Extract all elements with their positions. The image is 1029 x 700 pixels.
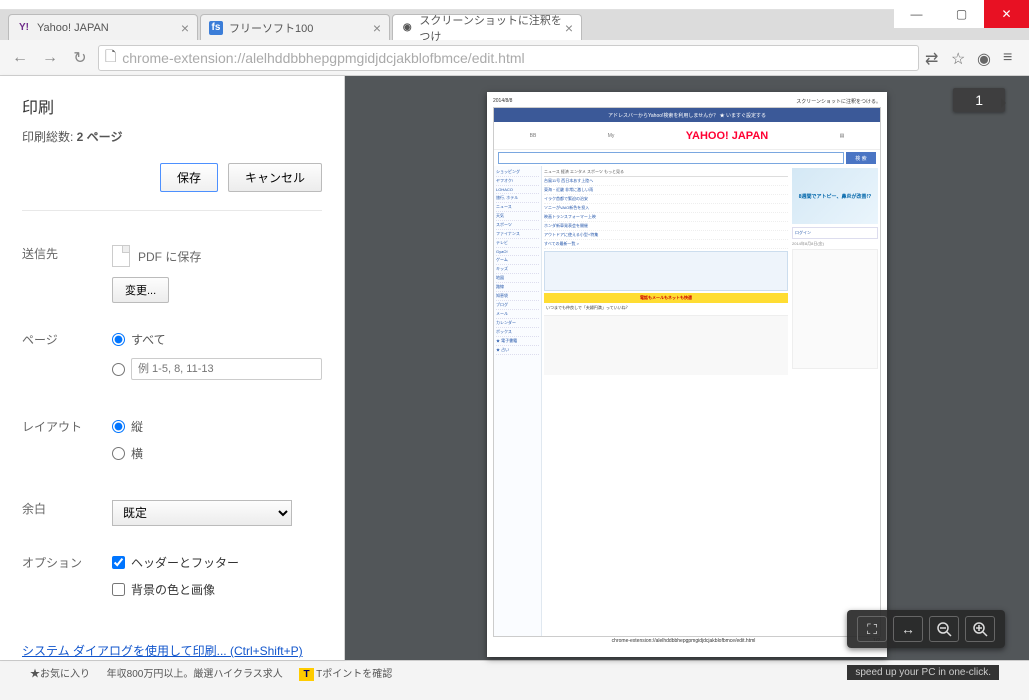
pdf-doc-icon — [112, 245, 130, 267]
reload-button[interactable]: ↻ — [68, 46, 92, 70]
tab-close-icon[interactable]: × — [565, 20, 573, 36]
layout-portrait-label: 縦 — [131, 418, 143, 435]
preview-news-tabs: ニュース 経済 エンタメ スポーツ もっと見る — [544, 168, 788, 177]
back-button[interactable]: ← — [8, 46, 32, 70]
tab-screenshot[interactable]: ◉ スクリーンショットに注釈をつけ × — [392, 14, 582, 40]
pages-label: ページ — [22, 331, 112, 390]
preview-yahoo-logo: YAHOO! JAPAN — [686, 130, 769, 142]
page-indicator: 1 — [953, 88, 1005, 112]
extension-icon[interactable]: ◉ — [977, 49, 995, 67]
fs-favicon-icon: fs — [209, 21, 223, 35]
ext-favicon-icon: ◉ — [401, 21, 413, 35]
page-bottom-peek: ★お気に入り 年収800万円以上。厳選ハイクラス求人 T Tポイントを確認 sp… — [0, 660, 1029, 700]
preview-yahoo-banner: アドレスバーからYahoo!検索を利用しませんか？ ★ いますぐ設定する — [494, 108, 880, 122]
preview-search-input — [498, 152, 844, 164]
print-total-pages: 印刷総数: 2 ページ — [22, 128, 322, 145]
bottom-snippet-2: Tポイントを確認 — [316, 669, 392, 680]
headers-footers-label: ヘッダーとフッター — [131, 554, 239, 571]
preview-header-date: 2014/8/8 — [493, 98, 512, 105]
tab-close-icon[interactable]: × — [373, 20, 381, 36]
background-label: 背景の色と画像 — [131, 581, 215, 598]
preview-mid-banner: 電話もメールもネットも快適 — [544, 293, 788, 303]
url-text: chrome-extension://alelhddbbhepgpmgidjdc… — [122, 50, 524, 66]
change-destination-button[interactable]: 変更... — [112, 277, 169, 303]
window-maximize-button[interactable]: ▢ — [939, 0, 984, 28]
tab-close-icon[interactable]: × — [181, 20, 189, 36]
destination-label: 送信先 — [22, 245, 112, 303]
bookmarks-label[interactable]: ★お気に入り — [30, 669, 90, 680]
preview-header-title: スクリーンショットに注釈をつける。 — [796, 98, 881, 105]
zoom-in-button[interactable] — [965, 616, 995, 642]
margins-label: 余白 — [22, 500, 112, 526]
tab-label: フリーソフト100 — [229, 20, 313, 36]
tab-label: Yahoo! JAPAN — [37, 22, 109, 34]
preview-search-button: 検 索 — [846, 152, 876, 164]
page-icon: 🗋 — [105, 46, 116, 70]
zoom-out-button[interactable] — [929, 616, 959, 642]
bookmark-star-icon[interactable]: ☆ — [951, 49, 969, 67]
preview-feature-text: いつまでも仲良しで「夫婦円満」っていいね？ — [544, 303, 788, 313]
pages-range-radio[interactable] — [112, 363, 125, 376]
options-label: オプション — [22, 554, 112, 608]
pages-all-radio[interactable] — [112, 333, 125, 346]
layout-label: レイアウト — [22, 418, 112, 472]
window-minimize-button[interactable]: — — [894, 0, 939, 28]
fit-width-button[interactable]: ↔ — [893, 616, 923, 642]
window-close-button[interactable]: ✕ — [984, 0, 1029, 28]
print-sidebar: 印刷 印刷総数: 2 ページ 保存 キャンセル 送信先 PDF に保存 変更..… — [0, 76, 345, 660]
tab-freesoft[interactable]: fs フリーソフト100 × — [200, 14, 390, 40]
preview-sidebar-services: ショッピングヤフオク!LOHACO旅行, ホテルニュース天気スポーツファイナンス… — [494, 166, 542, 636]
headers-footers-checkbox[interactable] — [112, 556, 125, 569]
tab-yahoo[interactable]: Y! Yahoo! JAPAN × — [8, 14, 198, 40]
titlebar — [0, 0, 1029, 10]
tab-label: スクリーンショットに注釈をつけ — [419, 12, 564, 44]
pages-range-input[interactable] — [131, 358, 322, 380]
menu-icon[interactable]: ≡ — [1003, 49, 1021, 67]
pages-all-label: すべて — [131, 331, 166, 348]
preview-date: 2014年8月8日(金) — [792, 241, 878, 247]
preview-toolbar: ⛶ ↔ — [847, 610, 1005, 648]
margins-select[interactable]: 既定 — [112, 500, 292, 526]
bottom-tooltip: speed up your PC in one-click. — [847, 665, 999, 680]
translate-icon[interactable]: ⇄ — [925, 49, 943, 67]
fit-page-button[interactable]: ⛶ — [857, 616, 887, 642]
print-preview-area: 1 2014/8/8 スクリーンショットに注釈をつける。 アドレスバーからYah… — [345, 76, 1029, 660]
preview-news-list: 台風11号 西日本あす上陸へ東海・近畿 非常に激しい雨イラク首都で緊迫の治安ソニ… — [544, 177, 788, 249]
destination-value: PDF に保存 — [138, 248, 201, 265]
address-bar[interactable]: 🗋 chrome-extension://alelhddbbhepgpmgidj… — [98, 45, 919, 71]
preview-ad-box: 8週間でアトピー、鼻炎が改善!? — [792, 168, 878, 224]
background-checkbox[interactable] — [112, 583, 125, 596]
layout-portrait-radio[interactable] — [112, 420, 125, 433]
bottom-snippet-1: 年収800万円以上。厳選ハイクラス求人 — [107, 669, 283, 680]
save-button[interactable]: 保存 — [160, 163, 218, 192]
preview-login-head: ログイン — [792, 227, 878, 239]
print-title: 印刷 — [22, 94, 322, 118]
yahoo-favicon-icon: Y! — [17, 21, 31, 35]
cancel-button[interactable]: キャンセル — [228, 163, 322, 192]
system-dialog-link[interactable]: システム ダイアログを使用して印刷... (Ctrl+Shift+P) — [22, 642, 322, 659]
preview-page-1: 2014/8/8 スクリーンショットに注釈をつける。 アドレスバーからYahoo… — [487, 92, 887, 657]
layout-landscape-label: 横 — [131, 445, 143, 462]
layout-landscape-radio[interactable] — [112, 447, 125, 460]
preview-footer-url: chrome-extension://alelhddbbhepgpmgidjdc… — [612, 638, 756, 644]
browser-toolbar: ← → ↻ 🗋 chrome-extension://alelhddbbhepg… — [0, 40, 1029, 76]
forward-button[interactable]: → — [38, 46, 62, 70]
tab-strip: Y! Yahoo! JAPAN × fs フリーソフト100 × ◉ スクリーン… — [0, 10, 1029, 40]
